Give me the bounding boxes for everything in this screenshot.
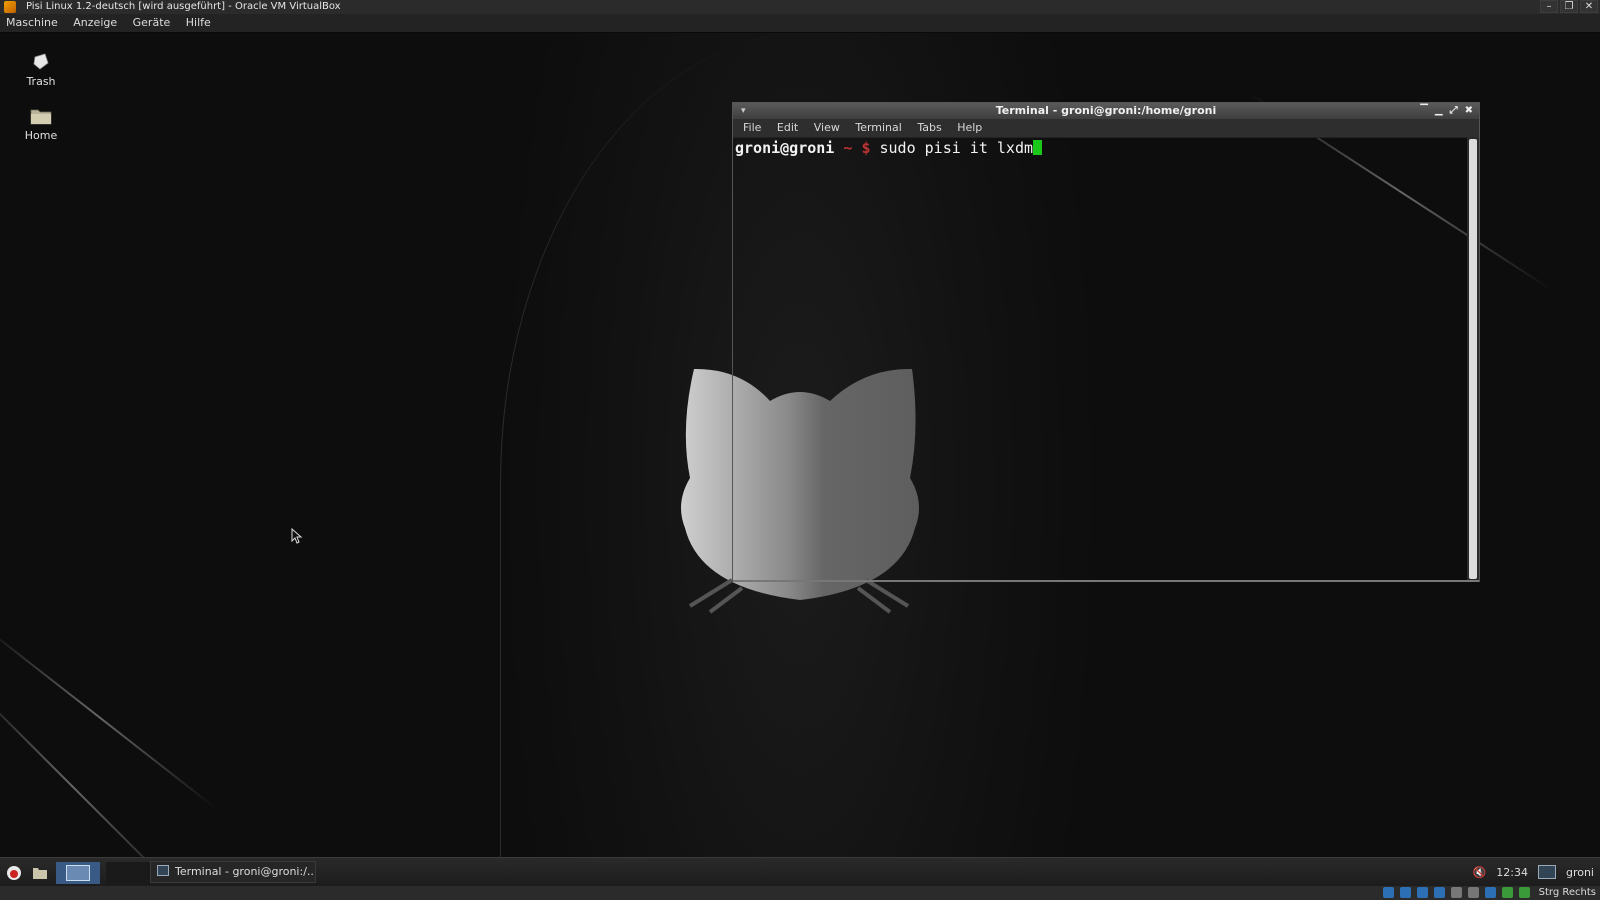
guest-taskbar: Terminal - groni@groni:/... 🔇 12:34 gron… bbox=[0, 857, 1600, 886]
virtualbox-icon bbox=[4, 1, 16, 13]
task-label: Terminal - groni@groni:/... bbox=[175, 865, 316, 878]
terminal-output[interactable]: groni@groni ~ $ sudo pisi it lxdm bbox=[733, 137, 1467, 581]
menu-anzeige[interactable]: Anzeige bbox=[73, 16, 117, 29]
hdd-status-icon[interactable] bbox=[1383, 887, 1394, 898]
terminal-menu-help[interactable]: Help bbox=[957, 121, 982, 134]
desktop-icon-home[interactable]: Home bbox=[11, 107, 71, 142]
window-menu-icon[interactable]: ▾ bbox=[741, 103, 746, 119]
menu-maschine[interactable]: Maschine bbox=[6, 16, 58, 29]
menu-geraete[interactable]: Geräte bbox=[133, 16, 171, 29]
prompt-dir: ~ bbox=[843, 139, 853, 157]
taskbar-task-terminal[interactable]: Terminal - groni@groni:/... bbox=[150, 861, 316, 883]
folder-icon bbox=[30, 109, 52, 125]
close-button[interactable]: ✕ bbox=[1580, 0, 1598, 13]
text-cursor bbox=[1033, 140, 1043, 155]
pisi-logo-icon bbox=[7, 866, 21, 880]
prompt-symbol: $ bbox=[861, 139, 871, 157]
terminal-resize-edge[interactable] bbox=[733, 580, 1479, 582]
terminal-window[interactable]: ▾ Terminal - groni@groni:/home/groni ▔ ▁… bbox=[732, 102, 1480, 582]
file-manager-button[interactable] bbox=[30, 863, 50, 883]
workspace-2[interactable] bbox=[106, 862, 150, 884]
vbox-statusbar: Strg Rechts bbox=[0, 886, 1600, 900]
mouse-pointer-icon bbox=[291, 528, 303, 544]
desktop-icon-trash[interactable]: Trash bbox=[11, 53, 71, 88]
scrollbar-thumb[interactable] bbox=[1469, 139, 1477, 579]
vbox-titlebar: Pisi Linux 1.2-deutsch [wird ausgeführt]… bbox=[0, 0, 1600, 14]
maximize-icon[interactable]: ⤢ bbox=[1450, 103, 1458, 119]
workspace-preview-icon bbox=[66, 865, 90, 881]
terminal-menubar: File Edit View Terminal Tabs Help bbox=[733, 119, 1479, 138]
command-text: sudo pisi it lxdm bbox=[879, 139, 1034, 157]
minimize-button[interactable]: – bbox=[1540, 0, 1558, 13]
user-label[interactable]: groni bbox=[1566, 866, 1594, 879]
vbox-menubar: Maschine Anzeige Geräte Hilfe bbox=[0, 14, 1600, 33]
terminal-title: Terminal - groni@groni:/home/groni bbox=[995, 104, 1217, 117]
mouse-integration-icon[interactable] bbox=[1502, 887, 1513, 898]
clock[interactable]: 12:34 bbox=[1496, 866, 1528, 879]
terminal-titlebar[interactable]: ▾ Terminal - groni@groni:/home/groni ▔ ▁… bbox=[733, 103, 1479, 119]
volume-muted-icon[interactable]: 🔇 bbox=[1473, 866, 1487, 879]
terminal-task-icon bbox=[157, 865, 169, 876]
usb-icon[interactable] bbox=[1417, 887, 1428, 898]
optical-drive-icon[interactable] bbox=[1400, 887, 1411, 898]
trash-icon bbox=[33, 53, 49, 70]
terminal-menu-terminal[interactable]: Terminal bbox=[855, 121, 902, 134]
vbox-window-title: Pisi Linux 1.2-deutsch [wird ausgeführt]… bbox=[26, 1, 341, 12]
restore-button[interactable]: ❐ bbox=[1560, 0, 1578, 13]
network-icon[interactable] bbox=[1537, 865, 1556, 879]
shade-icon[interactable]: ▔ bbox=[1420, 103, 1428, 119]
home-label: Home bbox=[24, 129, 58, 142]
guest-desktop[interactable]: Trash Home ▾ Terminal - groni@groni:/hom… bbox=[0, 33, 1600, 857]
start-menu-button[interactable] bbox=[4, 863, 24, 883]
wallpaper-streak bbox=[0, 623, 218, 810]
video-capture-icon[interactable] bbox=[1485, 887, 1496, 898]
close-icon[interactable]: ✖ bbox=[1465, 103, 1473, 119]
host-key-label: Strg Rechts bbox=[1538, 887, 1596, 898]
prompt-user: groni@groni bbox=[735, 139, 835, 157]
menu-hilfe[interactable]: Hilfe bbox=[186, 16, 211, 29]
folder-icon bbox=[33, 868, 47, 879]
host-key-indicator-icon[interactable] bbox=[1519, 887, 1530, 898]
trash-label: Trash bbox=[26, 75, 56, 88]
workspace-1[interactable] bbox=[56, 862, 100, 884]
display-icon[interactable] bbox=[1468, 887, 1479, 898]
terminal-scrollbar[interactable] bbox=[1467, 137, 1479, 581]
network-adapter-icon[interactable] bbox=[1434, 887, 1445, 898]
minimize-icon[interactable]: ▁ bbox=[1435, 103, 1443, 119]
terminal-menu-edit[interactable]: Edit bbox=[777, 121, 798, 134]
terminal-menu-view[interactable]: View bbox=[814, 121, 840, 134]
shared-folders-icon[interactable] bbox=[1451, 887, 1462, 898]
terminal-menu-tabs[interactable]: Tabs bbox=[917, 121, 941, 134]
terminal-menu-file[interactable]: File bbox=[743, 121, 761, 134]
